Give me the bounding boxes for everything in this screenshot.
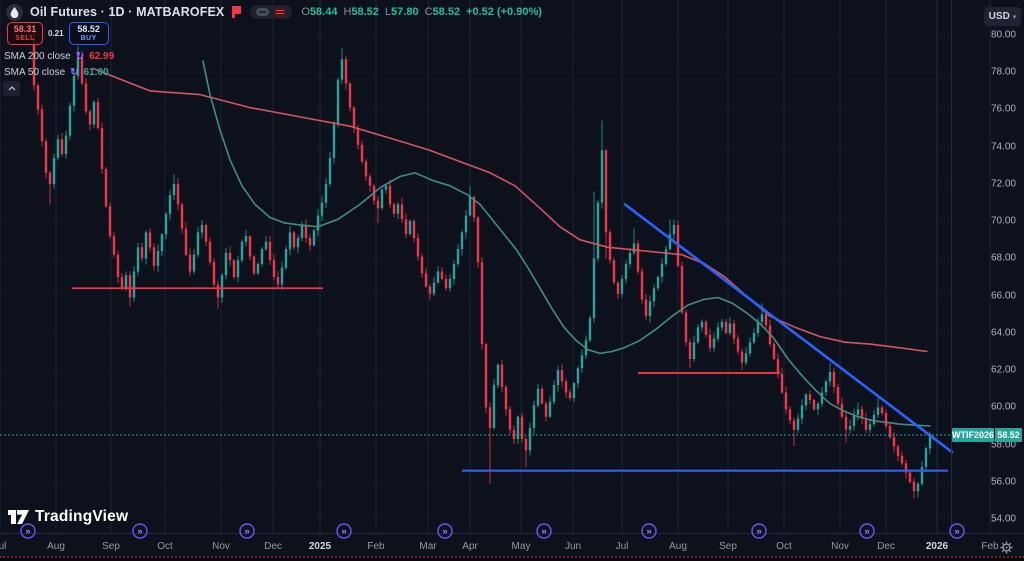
candlestick-series bbox=[29, 22, 931, 499]
time-axis-month-label: Sep bbox=[102, 541, 120, 552]
flag-icon[interactable] bbox=[231, 6, 243, 19]
time-axis-month-label: Dec bbox=[264, 541, 282, 552]
time-axis-month-label: Nov bbox=[212, 541, 230, 552]
time-axis-month-label: Dec bbox=[877, 541, 895, 552]
price-axis[interactable]: 80.00 78.00 76.00 74.00 72.00 70.00 68.00 66.00… bbox=[951, 0, 1024, 533]
list-icon[interactable] bbox=[274, 8, 286, 17]
symbol-header: Oil Futures · 1D · MATBAROFEX O58.44 H58… bbox=[6, 3, 542, 21]
tradingview-wordmark: TradingView bbox=[35, 508, 128, 526]
close-value: 58.52 bbox=[433, 6, 461, 18]
indicator-row-sma200[interactable]: SMA 200 close ↻ 62.99 bbox=[4, 48, 114, 64]
price-axis-label: 74.00 bbox=[991, 141, 1016, 152]
bottom-edge-band bbox=[0, 556, 1024, 561]
price-axis-label: 76.00 bbox=[991, 104, 1016, 115]
price-axis-label: 80.00 bbox=[991, 30, 1016, 41]
sma-line[interactable] bbox=[203, 61, 930, 426]
chart-pane[interactable]: »»»»»»»»»» bbox=[0, 0, 1024, 561]
price-axis-label: 64.00 bbox=[991, 327, 1016, 338]
price-axis-label: 70.00 bbox=[991, 216, 1016, 227]
loading-spinner-icon: ↻ bbox=[76, 51, 84, 62]
spread-value: 0.21 bbox=[48, 29, 64, 38]
indicator-row-sma50[interactable]: SMA 50 close ↻ 61.00 bbox=[4, 64, 114, 80]
last-price-chip: WTIF2026 58.52 bbox=[952, 428, 1022, 442]
price-axis-label: 66.00 bbox=[991, 290, 1016, 301]
symbol-title[interactable]: Oil Futures · 1D · MATBAROFEX bbox=[30, 5, 224, 19]
trading-chart-window: »»»»»»»»»» Oil Futures · 1D · MATBAROFEX… bbox=[0, 0, 1024, 561]
price-axis-label: 72.00 bbox=[991, 178, 1016, 189]
time-axis-month-label: Nov bbox=[831, 541, 849, 552]
time-axis-month-label: Apr bbox=[462, 541, 478, 552]
capsule-icon[interactable] bbox=[256, 8, 269, 16]
quick-actions-pill[interactable] bbox=[250, 5, 292, 19]
time-axis-year-label: 2026 bbox=[926, 541, 948, 552]
time-axis-month-label: Oct bbox=[157, 541, 173, 552]
tradingview-mark-icon bbox=[8, 508, 29, 526]
price-axis-label: 68.00 bbox=[991, 253, 1016, 264]
time-axis-year-label: 2025 bbox=[309, 541, 331, 552]
last-price-value: 58.52 bbox=[995, 428, 1022, 442]
collapse-legend-button[interactable] bbox=[3, 81, 20, 96]
sma-line[interactable] bbox=[93, 69, 927, 352]
price-axis-label: 56.00 bbox=[991, 476, 1016, 487]
price-axis-label: 62.00 bbox=[991, 365, 1016, 376]
price-axis-label: 54.00 bbox=[991, 514, 1016, 525]
sma50-value: 61.00 bbox=[84, 67, 109, 78]
buy-button[interactable]: 58.52 BUY bbox=[69, 22, 109, 45]
price-axis-label: 60.00 bbox=[991, 402, 1016, 413]
low-value: 57.80 bbox=[391, 6, 419, 18]
time-axis-month-label: Jul bbox=[616, 541, 629, 552]
drawn-trendline[interactable] bbox=[625, 204, 952, 452]
time-axis-month-label: Mar bbox=[419, 541, 436, 552]
trade-panel: 58.31 SELL 0.21 58.52 BUY bbox=[7, 22, 109, 45]
time-axis-month-label: Jul bbox=[0, 541, 6, 552]
price-axis-label: 78.00 bbox=[991, 67, 1016, 78]
time-axis-month-label: Oct bbox=[776, 541, 792, 552]
oil-drop-icon bbox=[6, 4, 23, 21]
time-axis-month-label: Feb bbox=[367, 541, 384, 552]
open-value: 58.44 bbox=[310, 6, 338, 18]
indicator-legend: SMA 200 close ↻ 62.99 SMA 50 close ↻ 61.… bbox=[4, 48, 114, 80]
time-axis-month-label: Aug bbox=[669, 541, 687, 552]
symbol-label: WTIF2026 bbox=[952, 428, 994, 442]
change-value: +0.52 (+0.90%) bbox=[466, 6, 542, 18]
time-axis-month-label: May bbox=[512, 541, 531, 552]
loading-spinner-icon: ↻ bbox=[70, 67, 78, 78]
time-axis-month-label: Aug bbox=[47, 541, 65, 552]
sell-button[interactable]: 58.31 SELL bbox=[7, 22, 43, 45]
sma200-value: 62.99 bbox=[89, 51, 114, 62]
time-axis-month-label: Jun bbox=[565, 541, 581, 552]
tradingview-logo[interactable]: TradingView bbox=[8, 508, 128, 526]
ohlc-readout: O58.44 H58.52 L57.80 C58.52 +0.52 (+0.90… bbox=[301, 6, 542, 18]
high-value: 58.52 bbox=[351, 6, 379, 18]
axis-settings-gear-icon[interactable] bbox=[997, 540, 1015, 554]
time-axis-month-label: Sep bbox=[719, 541, 737, 552]
